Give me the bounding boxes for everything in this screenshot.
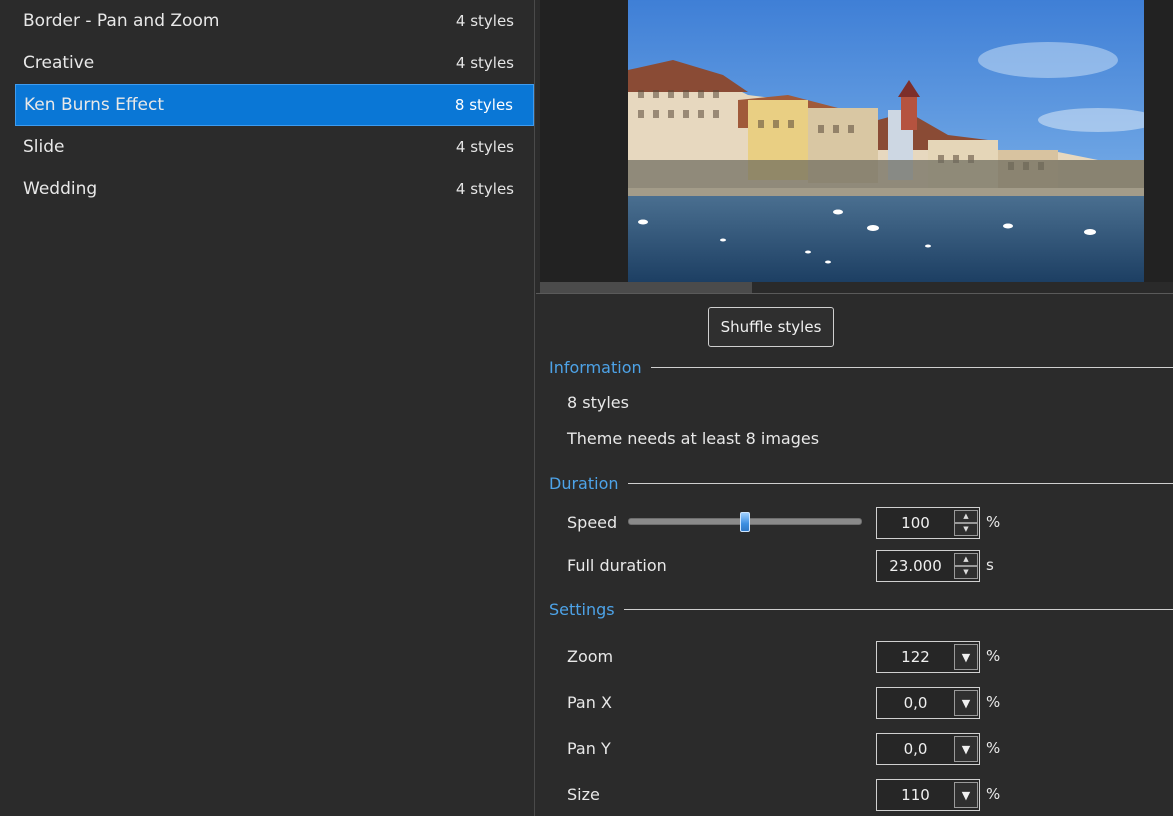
preview-photo [628, 0, 1144, 282]
full-duration-value[interactable]: 23.000 [877, 551, 954, 581]
pan-y-combobox[interactable]: 0,0 ▼ [876, 733, 980, 765]
chevron-down-icon[interactable]: ▼ [954, 736, 978, 762]
section-rule [623, 608, 1173, 610]
pan-x-label: Pan X [567, 693, 612, 712]
theme-item-name: Border - Pan and Zoom [23, 11, 220, 31]
speed-unit: % [986, 513, 1001, 531]
section-rule [650, 366, 1173, 368]
speed-label: Speed [567, 513, 618, 532]
full-duration-unit: s [986, 556, 994, 574]
size-value[interactable]: 110 [877, 780, 954, 810]
section-title: Duration [549, 473, 619, 493]
theme-item-count: 4 styles [455, 138, 514, 156]
zoom-label: Zoom [567, 647, 614, 666]
full-duration-spin-arrows: ▲ ▼ [954, 553, 978, 579]
pan-x-value[interactable]: 0,0 [877, 688, 954, 718]
section-title: Information [549, 357, 642, 377]
section-title: Settings [549, 599, 615, 619]
theme-item-name: Wedding [23, 179, 98, 199]
size-unit: % [986, 785, 1001, 803]
full-duration-label: Full duration [567, 556, 667, 575]
zoom-value[interactable]: 122 [877, 642, 954, 672]
size-combobox[interactable]: 110 ▼ [876, 779, 980, 811]
image-requirement-text: Theme needs at least 8 images [567, 429, 820, 448]
chevron-down-icon[interactable]: ▼ [954, 690, 978, 716]
properties-panel: Shuffle styles Information 8 styles Them… [536, 0, 1173, 816]
theme-item-ken-burns-effect[interactable]: Ken Burns Effect 8 styles [15, 84, 534, 126]
preview-scrollbar[interactable] [540, 282, 1173, 293]
pan-x-combobox[interactable]: 0,0 ▼ [876, 687, 980, 719]
zoom-combobox[interactable]: 122 ▼ [876, 641, 980, 673]
theme-item-count: 8 styles [454, 96, 513, 114]
triangle-down-icon[interactable]: ▼ [954, 566, 978, 579]
preview-divider [536, 293, 1173, 294]
section-rule [627, 482, 1173, 484]
speed-slider[interactable] [628, 512, 862, 532]
chevron-down-icon[interactable]: ▼ [954, 782, 978, 808]
pan-x-unit: % [986, 693, 1001, 711]
triangle-down-icon[interactable]: ▼ [954, 523, 978, 536]
theme-item-count: 4 styles [455, 54, 514, 72]
styles-count-text: 8 styles [567, 393, 629, 412]
chevron-down-icon[interactable]: ▼ [954, 644, 978, 670]
settings-section-header: Settings [549, 599, 1173, 619]
preview-image [628, 0, 1144, 282]
speed-spinbox[interactable]: 100 ▲ ▼ [876, 507, 980, 539]
speed-value[interactable]: 100 [877, 508, 954, 538]
size-label: Size [567, 785, 600, 804]
pan-y-label: Pan Y [567, 739, 611, 758]
shuffle-styles-button[interactable]: Shuffle styles [708, 307, 834, 347]
theme-item-creative[interactable]: Creative 4 styles [15, 42, 534, 84]
theme-item-border-pan-and-zoom[interactable]: Border - Pan and Zoom 4 styles [15, 0, 534, 42]
preview-area [540, 0, 1173, 293]
theme-item-name: Ken Burns Effect [24, 95, 165, 115]
triangle-up-icon[interactable]: ▲ [954, 553, 978, 566]
theme-item-name: Creative [23, 53, 95, 73]
theme-item-slide[interactable]: Slide 4 styles [15, 126, 534, 168]
information-section-header: Information [549, 357, 1173, 377]
preview-scrollbar-thumb[interactable] [540, 282, 752, 293]
theme-item-count: 4 styles [455, 12, 514, 30]
zoom-unit: % [986, 647, 1001, 665]
speed-slider-thumb[interactable] [740, 512, 750, 532]
theme-item-name: Slide [23, 137, 65, 157]
theme-list-panel: Border - Pan and Zoom 4 styles Creative … [0, 0, 535, 816]
theme-item-count: 4 styles [455, 180, 514, 198]
triangle-up-icon[interactable]: ▲ [954, 510, 978, 523]
pan-y-value[interactable]: 0,0 [877, 734, 954, 764]
theme-item-wedding[interactable]: Wedding 4 styles [15, 168, 534, 210]
speed-spin-arrows: ▲ ▼ [954, 510, 978, 536]
pan-y-unit: % [986, 739, 1001, 757]
full-duration-spinbox[interactable]: 23.000 ▲ ▼ [876, 550, 980, 582]
duration-section-header: Duration [549, 473, 1173, 493]
